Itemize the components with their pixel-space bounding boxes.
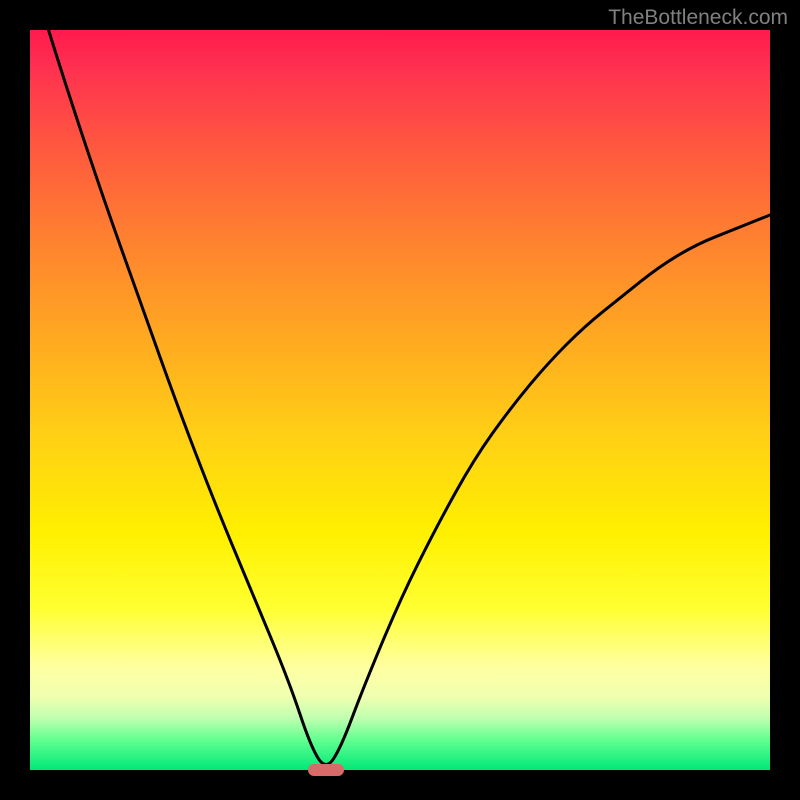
chart-area [30, 30, 770, 770]
watermark-text: TheBottleneck.com [608, 6, 788, 30]
optimal-marker [308, 764, 344, 776]
bottleneck-curve [30, 30, 770, 770]
